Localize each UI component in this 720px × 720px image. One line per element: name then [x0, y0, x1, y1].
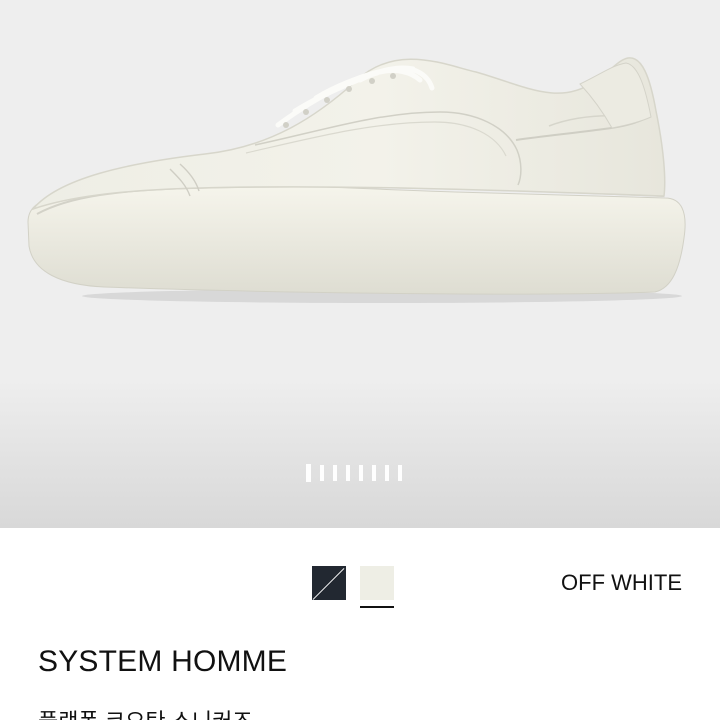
product-name: 플랫폼 코오탄 스니커즈: [38, 704, 253, 720]
off-white-color-swatch[interactable]: [360, 566, 394, 608]
pagination-dot-2[interactable]: [320, 465, 324, 481]
pagination-dot-8[interactable]: [398, 465, 402, 481]
pagination-dot-6[interactable]: [372, 465, 376, 481]
image-pagination-dots[interactable]: [306, 463, 402, 483]
pagination-dot-5[interactable]: [359, 465, 363, 481]
brand-name: SYSTEM HOMME: [38, 645, 288, 678]
pagination-dot-7[interactable]: [385, 465, 389, 481]
sneaker-image: [27, 57, 686, 303]
pagination-dot-3[interactable]: [333, 465, 337, 481]
product-image-gallery[interactable]: [0, 0, 720, 528]
pagination-dot-4[interactable]: [346, 465, 350, 481]
dark-color-swatch[interactable]: [312, 566, 346, 600]
pagination-dot-1[interactable]: [306, 464, 311, 482]
product-page: OFF WHITE SYSTEM HOMME 플랫폼 코오탄 스니커즈: [0, 0, 720, 720]
selected-color-label: OFF WHITE: [561, 570, 682, 595]
color-swatches: [312, 566, 394, 608]
